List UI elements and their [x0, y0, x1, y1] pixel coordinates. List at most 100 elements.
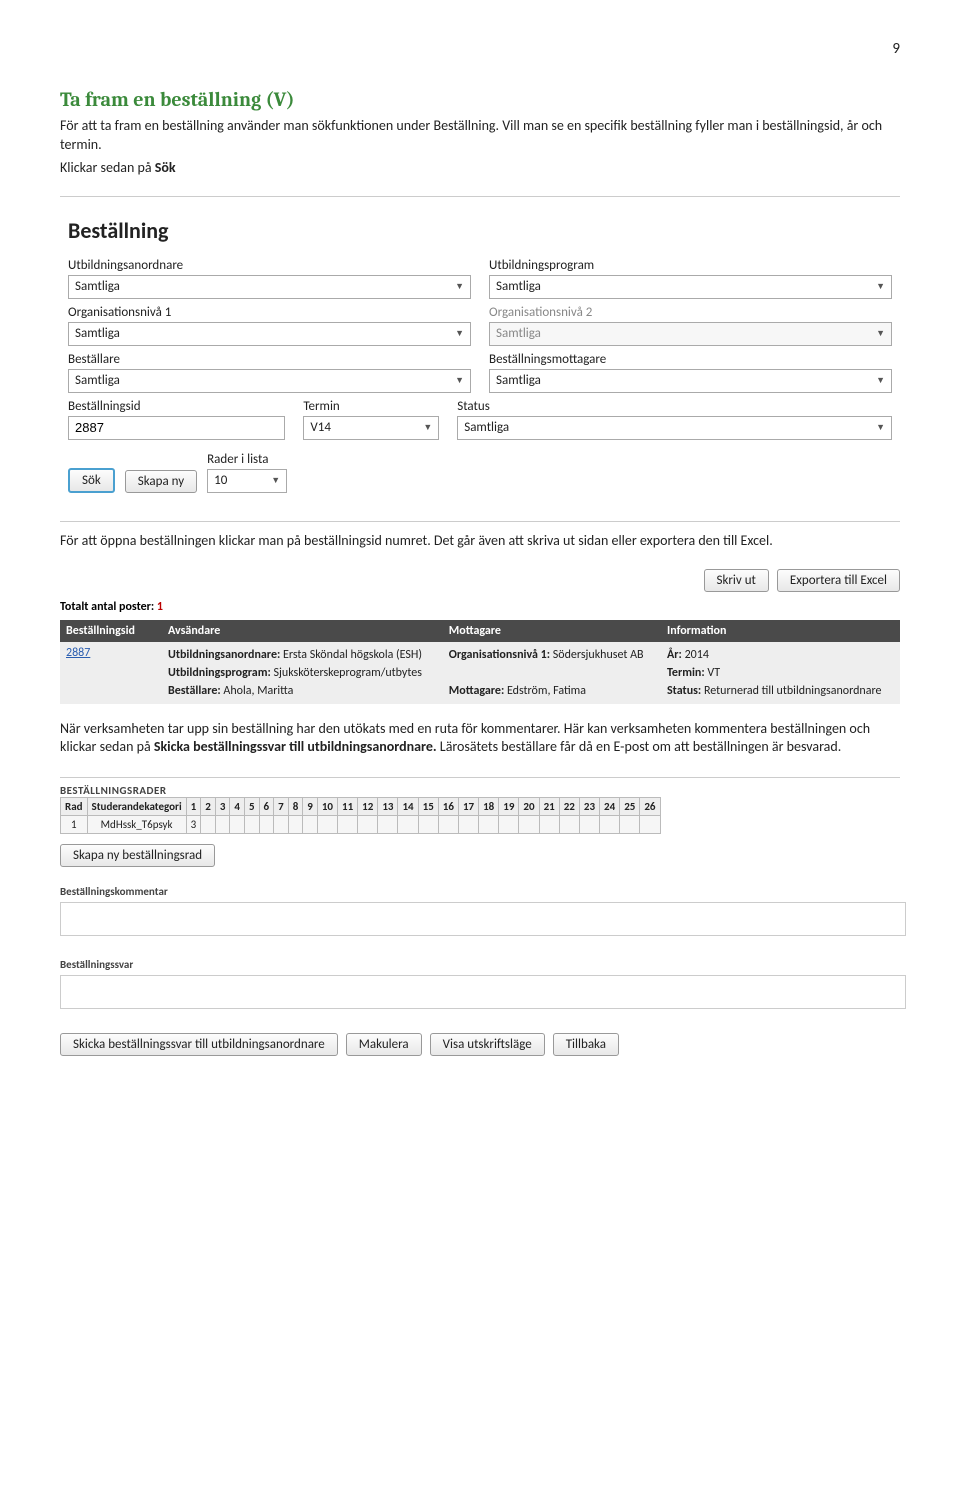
- col-mottagare: Mottagare: [443, 620, 661, 642]
- tillbaka-button[interactable]: Tillbaka: [553, 1033, 619, 1056]
- rows-table-header: 11: [338, 798, 358, 816]
- total-count-value: 1: [157, 600, 163, 614]
- rows-table-cell: [259, 816, 274, 834]
- rows-table-cell: [274, 816, 289, 834]
- info-l2: Termin:: [667, 666, 705, 680]
- makulera-button[interactable]: Makulera: [346, 1033, 422, 1056]
- utbildningsprogram-value: Samtliga: [496, 279, 541, 294]
- rows-table-header: 16: [438, 798, 458, 816]
- rows-table-cell: [215, 816, 230, 834]
- bestallningsrader-heading: BESTÄLLNINGSRADER: [60, 777, 900, 797]
- skapa-ny-bestallningsrad-button[interactable]: Skapa ny beställningsrad: [60, 844, 215, 867]
- avsandare-cell: Utbildningsanordnare: Ersta Sköndal högs…: [162, 642, 443, 704]
- rows-table-header: 9: [303, 798, 318, 816]
- chevron-down-icon: ▼: [876, 328, 885, 339]
- rows-table-header: 22: [559, 798, 579, 816]
- bestallningskommentar-textarea[interactable]: [60, 902, 906, 936]
- info-v2: VT: [707, 666, 720, 680]
- skicka-svar-button[interactable]: Skicka beställningssvar till utbildnings…: [60, 1033, 338, 1056]
- status-value: Samtliga: [464, 420, 509, 435]
- col-information: Information: [661, 620, 900, 642]
- orgnivel1-value: Samtliga: [75, 326, 120, 341]
- rows-table-header: 20: [519, 798, 539, 816]
- orgnivel1-select[interactable]: Samtliga ▼: [68, 322, 471, 346]
- bestallningssvar-label: Beställningssvar: [60, 958, 900, 971]
- rader-select[interactable]: 10 ▼: [207, 469, 287, 493]
- visa-utskriftslage-button[interactable]: Visa utskriftsläge: [430, 1033, 545, 1056]
- rader-label: Rader i lista: [207, 452, 287, 467]
- rows-table-header: 2: [201, 798, 216, 816]
- rader-value: 10: [214, 473, 227, 488]
- rows-table-cell: [579, 816, 599, 834]
- bestallningskommentar-label: Beställningskommentar: [60, 885, 900, 898]
- bestallningsid-label: Beställningsid: [68, 399, 285, 414]
- orgnivel2-label: Organisationsnivå 2: [489, 305, 892, 320]
- mottagare-select[interactable]: Samtliga ▼: [489, 369, 892, 393]
- info-v1: 2014: [685, 648, 709, 662]
- sok-button[interactable]: Sök: [68, 468, 115, 493]
- rows-table-header: 19: [499, 798, 519, 816]
- rows-table-cell: [539, 816, 559, 834]
- utbildningsanordnare-value: Samtliga: [75, 279, 120, 294]
- result-panel: Skriv ut Exportera till Excel Totalt ant…: [60, 569, 900, 704]
- rows-table-cell: [499, 816, 519, 834]
- bestallningsid-input[interactable]: [68, 416, 285, 440]
- rows-table-cell: [559, 816, 579, 834]
- table-row: 1MdHssk_T6psyk3: [61, 816, 661, 834]
- rows-table-cell: [418, 816, 438, 834]
- rows-table-header: 1: [186, 798, 201, 816]
- rows-table-cell: [358, 816, 378, 834]
- rows-table-cell: [378, 816, 398, 834]
- rows-table-cell: [519, 816, 539, 834]
- rows-table-header: 7: [274, 798, 289, 816]
- termin-select[interactable]: V14 ▼: [303, 416, 439, 440]
- page-number: 9: [60, 40, 900, 58]
- rows-table-header: 14: [398, 798, 418, 816]
- utbildningsprogram-label: Utbildningsprogram: [489, 258, 892, 273]
- orgnivel2-value: Samtliga: [496, 326, 541, 341]
- rows-table-cell: [438, 816, 458, 834]
- avsandare-l1: Utbildningsanordnare:: [168, 648, 280, 662]
- avsandare-v2: Sjuksköterskeprogram/utbytes: [274, 666, 422, 680]
- rows-table-header: 4: [230, 798, 245, 816]
- rows-table-cell: 1: [61, 816, 88, 834]
- intro-strong: Sök: [155, 159, 176, 176]
- rows-table-header: 6: [259, 798, 274, 816]
- paragraph-comment-info: När verksamheten tar upp sin beställning…: [60, 720, 900, 758]
- chevron-down-icon: ▼: [876, 375, 885, 386]
- intro-paragraph-1: För att ta fram en beställning använder …: [60, 117, 900, 155]
- mottagare-l2: Mottagare:: [449, 684, 505, 698]
- utbildningsanordnare-select[interactable]: Samtliga ▼: [68, 275, 471, 299]
- rows-table-cell: [230, 816, 245, 834]
- chevron-down-icon: ▼: [876, 422, 885, 433]
- avsandare-v3: Ahola, Maritta: [223, 684, 293, 698]
- mottagare-v1: Södersjukhuset AB: [553, 648, 644, 662]
- rows-table-cell: [303, 816, 318, 834]
- bestallningssvar-textarea[interactable]: [60, 975, 906, 1009]
- rows-table-header: Studerandekategori: [87, 798, 186, 816]
- utbildningsanordnare-label: Utbildningsanordnare: [68, 258, 471, 273]
- rows-table-header: 8: [288, 798, 303, 816]
- rows-table-header: 12: [358, 798, 378, 816]
- form-title: Beställning: [68, 217, 892, 244]
- status-select[interactable]: Samtliga ▼: [457, 416, 892, 440]
- bestallningsid-link[interactable]: 2887: [60, 642, 162, 704]
- rows-table-header: 3: [215, 798, 230, 816]
- intro-text: Klickar sedan på: [60, 159, 155, 176]
- info-cell: År: 2014 Termin: VT Status: Returnerad t…: [661, 642, 900, 704]
- avsandare-l2: Utbildningsprogram:: [168, 666, 271, 680]
- chevron-down-icon: ▼: [455, 375, 464, 386]
- orgnivel2-select: Samtliga ▼: [489, 322, 892, 346]
- rows-table-cell: [288, 816, 303, 834]
- rows-table-cell: [640, 816, 660, 834]
- utbildningsprogram-select[interactable]: Samtliga ▼: [489, 275, 892, 299]
- info-l3: Status:: [667, 684, 701, 698]
- rows-table-cell: [317, 816, 337, 834]
- bestallare-select[interactable]: Samtliga ▼: [68, 369, 471, 393]
- skapa-ny-button[interactable]: Skapa ny: [125, 470, 197, 493]
- skriv-ut-button[interactable]: Skriv ut: [704, 569, 769, 592]
- rows-table-header: 25: [620, 798, 640, 816]
- exportera-excel-button[interactable]: Exportera till Excel: [777, 569, 900, 592]
- avsandare-v1: Ersta Sköndal högskola (ESH): [283, 648, 422, 662]
- rows-table-cell: [620, 816, 640, 834]
